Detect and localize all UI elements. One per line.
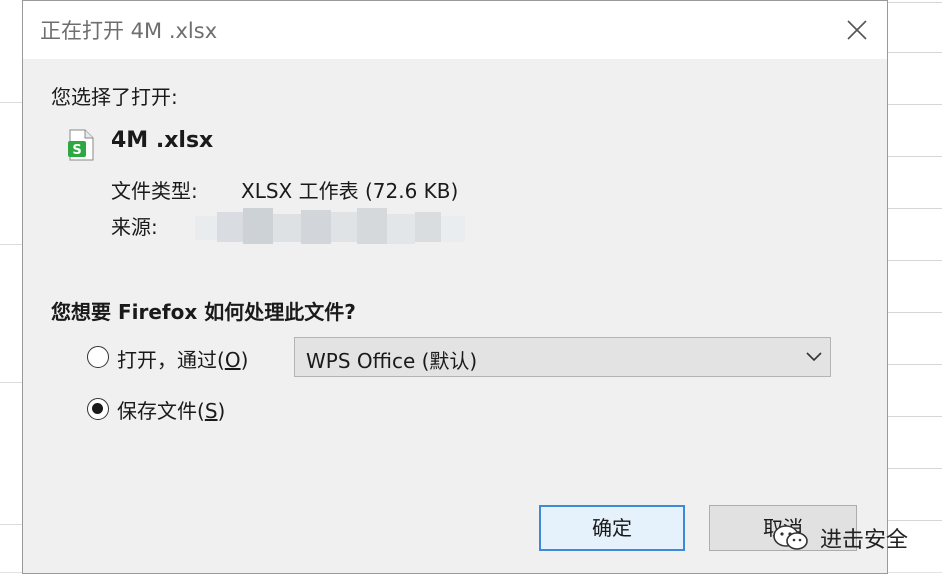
grid-line: [888, 364, 942, 365]
open-with-suffix: ): [240, 348, 249, 372]
save-file-suffix: ): [217, 399, 226, 423]
grid-line: [888, 468, 942, 469]
file-type-value: XLSX 工作表 (72.6 KB): [241, 179, 459, 203]
save-file-radio[interactable]: [87, 398, 109, 420]
grid-line: [888, 520, 942, 521]
open-with-radio[interactable]: [87, 346, 109, 368]
watermark-text: 进击安全: [820, 528, 909, 553]
grid-line: [0, 244, 22, 245]
grid-line: [888, 104, 942, 105]
svg-text:S: S: [72, 143, 81, 158]
ok-button[interactable]: 确定: [539, 505, 685, 551]
open-with-accel: O: [224, 348, 241, 372]
grid-line: [888, 312, 942, 313]
wechat-icon: [773, 525, 808, 550]
open-with-text: 打开，通过(: [117, 348, 225, 372]
radio-selected-dot: [92, 403, 103, 414]
close-button[interactable]: [837, 11, 877, 49]
source-label: 来源:: [111, 215, 158, 239]
application-select[interactable]: WPS Office (默认): [294, 337, 831, 377]
grid-line: [888, 2, 942, 3]
file-type-label: 文件类型:: [111, 179, 198, 203]
title-bar: 正在打开 4M .xlsx: [23, 1, 887, 59]
grid-line: [888, 416, 942, 417]
grid-line: [888, 260, 942, 261]
background-spreadsheet-left: [0, 0, 22, 580]
save-file-accel: S: [204, 399, 218, 423]
save-file-text: 保存文件(: [117, 399, 205, 423]
chevron-down-icon: [806, 352, 822, 362]
source-value-redacted: [195, 208, 465, 248]
handling-question: 您想要 Firefox 如何处理此文件?: [51, 300, 356, 324]
grid-line: [0, 524, 22, 525]
background-spreadsheet: [888, 0, 942, 580]
save-file-label[interactable]: 保存文件(S): [117, 395, 225, 424]
open-with-label[interactable]: 打开，通过(O): [117, 344, 248, 373]
spreadsheet-file-icon: S: [68, 129, 94, 161]
open-file-dialog: 正在打开 4M .xlsx 您选择了打开: S 4M .xlsx 文件类型: X…: [22, 0, 888, 574]
grid-line: [0, 102, 22, 103]
grid-line: [888, 156, 942, 157]
file-name: 4M .xlsx: [111, 128, 214, 153]
grid-line: [888, 52, 942, 53]
grid-line: [888, 208, 942, 209]
grid-line: [0, 382, 22, 383]
chose-to-open-label: 您选择了打开:: [51, 85, 178, 109]
dialog-title: 正在打开 4M .xlsx: [40, 19, 218, 43]
close-icon: [847, 20, 867, 40]
application-select-value: WPS Office (默认): [306, 349, 478, 373]
